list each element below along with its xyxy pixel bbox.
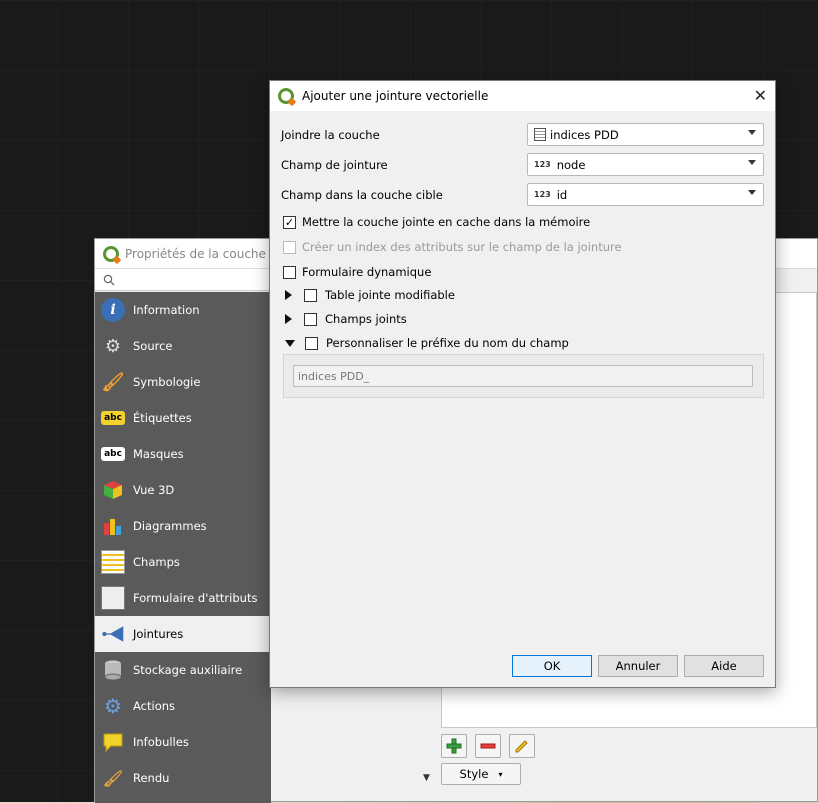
prefix-input[interactable]: indices PDD_ (293, 365, 753, 387)
sidebar-item-3d-view[interactable]: Vue 3D (95, 472, 271, 508)
target-field-select[interactable]: 123 id (527, 183, 764, 206)
sidebar-item-diagrams[interactable]: Diagrammes (95, 508, 271, 544)
tooltip-bubble-icon (101, 730, 125, 754)
close-icon[interactable]: ✕ (754, 86, 767, 105)
rendering-brush-icon: 🖌 (102, 768, 124, 788)
dialog-titlebar: Ajouter une jointure vectorielle (270, 81, 775, 111)
info-icon: i (101, 298, 125, 322)
join-layer-select[interactable]: indices PDD (527, 123, 764, 146)
pencil-icon (515, 740, 528, 753)
join-field-label: Champ de jointure (281, 158, 388, 172)
join-field-select[interactable]: 123 node (527, 153, 764, 176)
editable-join-group[interactable]: Table jointe modifiable (285, 288, 455, 302)
properties-title: Propriétés de la couche - Gr (125, 246, 293, 261)
form-icon (101, 586, 125, 610)
plus-icon (446, 738, 462, 754)
custom-prefix-group[interactable]: Personnaliser le préfixe du nom du champ (285, 336, 569, 350)
expand-arrow-icon[interactable] (285, 290, 292, 300)
editable-join-checkbox[interactable] (304, 288, 317, 302)
sidebar-item-tooltips[interactable]: Infobulles (95, 724, 271, 760)
sidebar-item-information[interactable]: i Information (95, 292, 271, 328)
chevron-down-icon (748, 130, 756, 135)
help-button[interactable]: Aide (684, 655, 764, 677)
style-menu-button[interactable]: Style ▾ (441, 763, 521, 785)
cache-checkbox-row[interactable]: ✓ Mettre la couche jointe en cache dans … (283, 215, 590, 229)
index-checkbox-row: Créer un index des attributs sur le cham… (283, 240, 622, 254)
integer-type-icon: 123 (534, 160, 551, 169)
integer-type-icon: 123 (534, 190, 551, 199)
dialog-title: Ajouter une jointure vectorielle (302, 89, 489, 103)
properties-search-input[interactable] (95, 269, 271, 291)
chevron-down-icon (748, 190, 756, 195)
actions-gear-icon: ⚙ (104, 694, 122, 718)
sidebar-item-masks[interactable]: abc Masques (95, 436, 271, 472)
qgis-logo-icon (278, 88, 294, 104)
cache-checkbox[interactable]: ✓ (283, 215, 296, 229)
masks-abc-icon: abc (101, 447, 125, 461)
diagram-icon (101, 514, 125, 538)
database-icon (101, 658, 125, 682)
add-join-button[interactable] (441, 734, 467, 758)
dynamic-form-checkbox-row[interactable]: Formulaire dynamique (283, 265, 431, 279)
join-icon (101, 622, 125, 646)
add-vector-join-dialog: Ajouter une jointure vectorielle ✕ Joind… (269, 80, 776, 688)
sidebar-item-rendering[interactable]: 🖌 Rendu (95, 760, 271, 796)
chevron-down-icon (748, 160, 756, 165)
labels-abc-icon: abc (101, 411, 125, 425)
ok-button[interactable]: OK (512, 655, 592, 677)
table-layer-icon (534, 128, 546, 141)
fields-icon (101, 550, 125, 574)
scroll-down-arrow-icon[interactable]: ▼ (423, 773, 430, 783)
sidebar-item-joins[interactable]: Jointures (95, 616, 271, 652)
custom-prefix-checkbox[interactable] (305, 336, 318, 350)
cube-3d-icon (101, 478, 125, 502)
properties-sidebar: i Information ⚙ Source 🖌 Symbologie abc … (95, 292, 271, 803)
qgis-logo-icon (103, 245, 119, 262)
expand-arrow-icon[interactable] (285, 314, 292, 324)
sidebar-item-labels[interactable]: abc Étiquettes (95, 400, 271, 436)
sidebar-item-auxiliary-storage[interactable]: Stockage auxiliaire (95, 652, 271, 688)
dropdown-arrow-icon: ▾ (498, 769, 503, 779)
joined-fields-checkbox[interactable] (304, 312, 317, 326)
cancel-button[interactable]: Annuler (598, 655, 678, 677)
joined-fields-group[interactable]: Champs joints (285, 312, 407, 326)
paintbrush-icon: 🖌 (101, 371, 125, 393)
sidebar-item-source[interactable]: ⚙ Source (95, 328, 271, 364)
collapse-arrow-icon[interactable] (285, 339, 295, 347)
search-icon (103, 274, 115, 285)
minus-icon (480, 743, 496, 749)
prefix-group-box: indices PDD_ (283, 354, 764, 398)
join-layer-label: Joindre la couche (281, 128, 380, 142)
index-checkbox (283, 240, 296, 254)
dynamic-form-checkbox[interactable] (283, 265, 296, 279)
target-field-label: Champ dans la couche cible (281, 188, 443, 202)
edit-join-button[interactable] (509, 734, 535, 758)
sidebar-item-symbology[interactable]: 🖌 Symbologie (95, 364, 271, 400)
source-icon: ⚙ (104, 335, 122, 357)
remove-join-button[interactable] (475, 734, 501, 758)
sidebar-item-fields[interactable]: Champs (95, 544, 271, 580)
sidebar-item-attributes-form[interactable]: Formulaire d'attributs (95, 580, 271, 616)
sidebar-item-actions[interactable]: ⚙ Actions (95, 688, 271, 724)
